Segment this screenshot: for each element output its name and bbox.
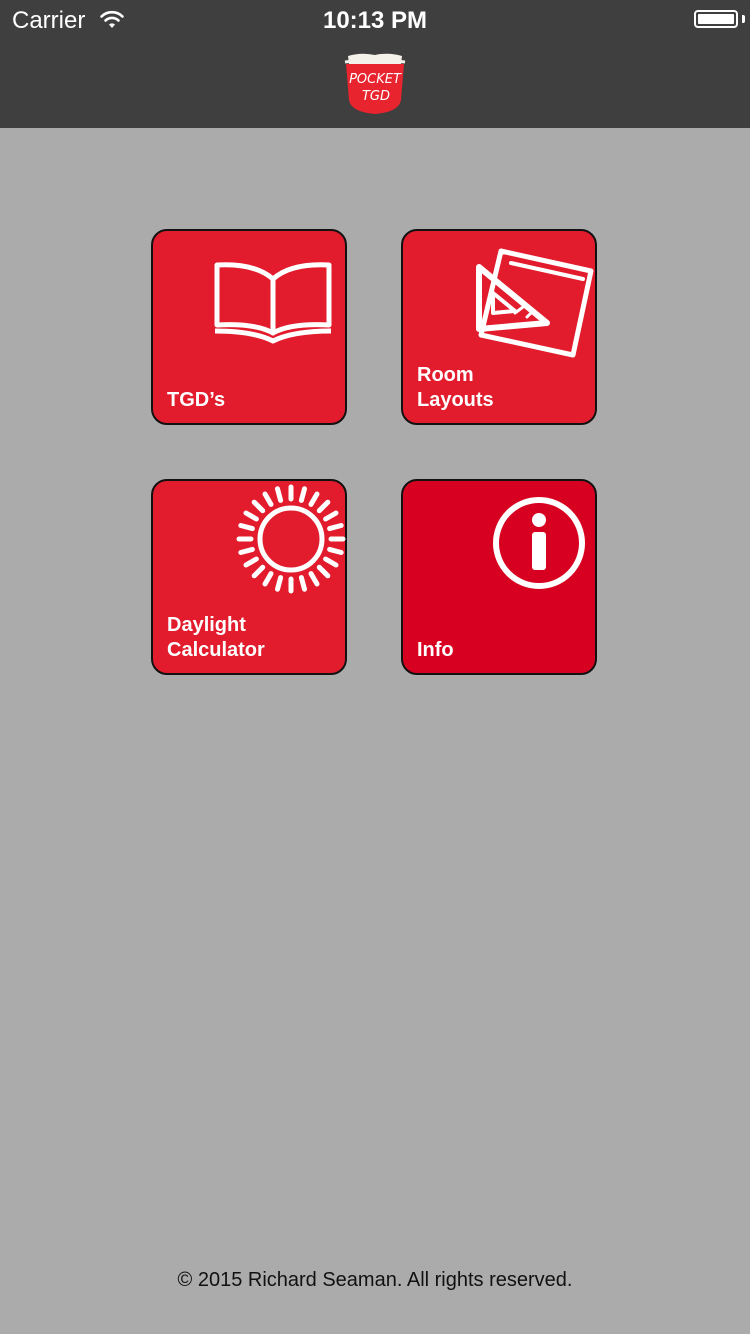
tile-label-line: Room — [417, 364, 474, 386]
sun-ray — [327, 523, 344, 532]
room-layouts-button[interactable]: Room Layouts — [401, 229, 597, 425]
tile-label: TGD’s — [167, 388, 225, 413]
tile-label: Daylight Calculator — [167, 613, 265, 663]
set-square-icon — [476, 248, 594, 358]
tile-label-line: TGD’s — [167, 389, 226, 411]
sun-ray — [323, 556, 339, 568]
info-icon — [493, 497, 585, 589]
sun-ray — [243, 510, 259, 522]
sun-ray — [308, 491, 320, 507]
sun-ray — [238, 523, 255, 532]
tile-label-line: Daylight — [167, 614, 246, 636]
sun-ray — [243, 556, 259, 568]
sun-ray — [316, 499, 331, 514]
sun-ray — [316, 564, 331, 579]
clock: 10:13 PM — [322, 7, 428, 34]
sun-icon — [236, 484, 346, 594]
tile-label-line: Layouts — [417, 389, 494, 411]
pocket-tgd-logo: POCKET TGD — [341, 50, 409, 118]
battery-icon — [694, 10, 738, 28]
daylight-calculator-button[interactable]: Daylight Calculator — [151, 479, 347, 675]
sun-ray — [275, 575, 284, 592]
sun-ray — [308, 571, 320, 587]
tile-label-line: Info — [417, 639, 454, 661]
sun-ray — [275, 486, 284, 503]
copyright-footer: © 2015 Richard Seaman. All rights reserv… — [177, 1269, 573, 1291]
sun-ray — [251, 564, 266, 579]
sun-ray — [262, 491, 274, 507]
sun-ray — [327, 546, 344, 555]
logo-line2: TGD — [362, 89, 390, 104]
sun-ray — [323, 510, 339, 522]
sun-ray — [298, 575, 307, 592]
sun-ray — [298, 486, 307, 503]
sun-ray — [262, 571, 274, 587]
info-button[interactable]: Info — [401, 479, 597, 675]
battery-tip — [742, 15, 745, 23]
tgds-button[interactable]: TGD’s — [151, 229, 347, 425]
tile-label: Room Layouts — [417, 363, 494, 413]
tile-label: Info — [417, 638, 454, 663]
open-book-icon — [214, 262, 332, 344]
sun-ray — [251, 499, 266, 514]
status-bar: Carrier 10:13 PM — [0, 0, 750, 40]
logo-line1: POCKET — [349, 72, 402, 87]
nav-header: Carrier 10:13 PM POCKET TGD — [0, 0, 750, 128]
tile-label-line: Calculator — [167, 639, 265, 661]
sun-ray — [238, 546, 255, 555]
